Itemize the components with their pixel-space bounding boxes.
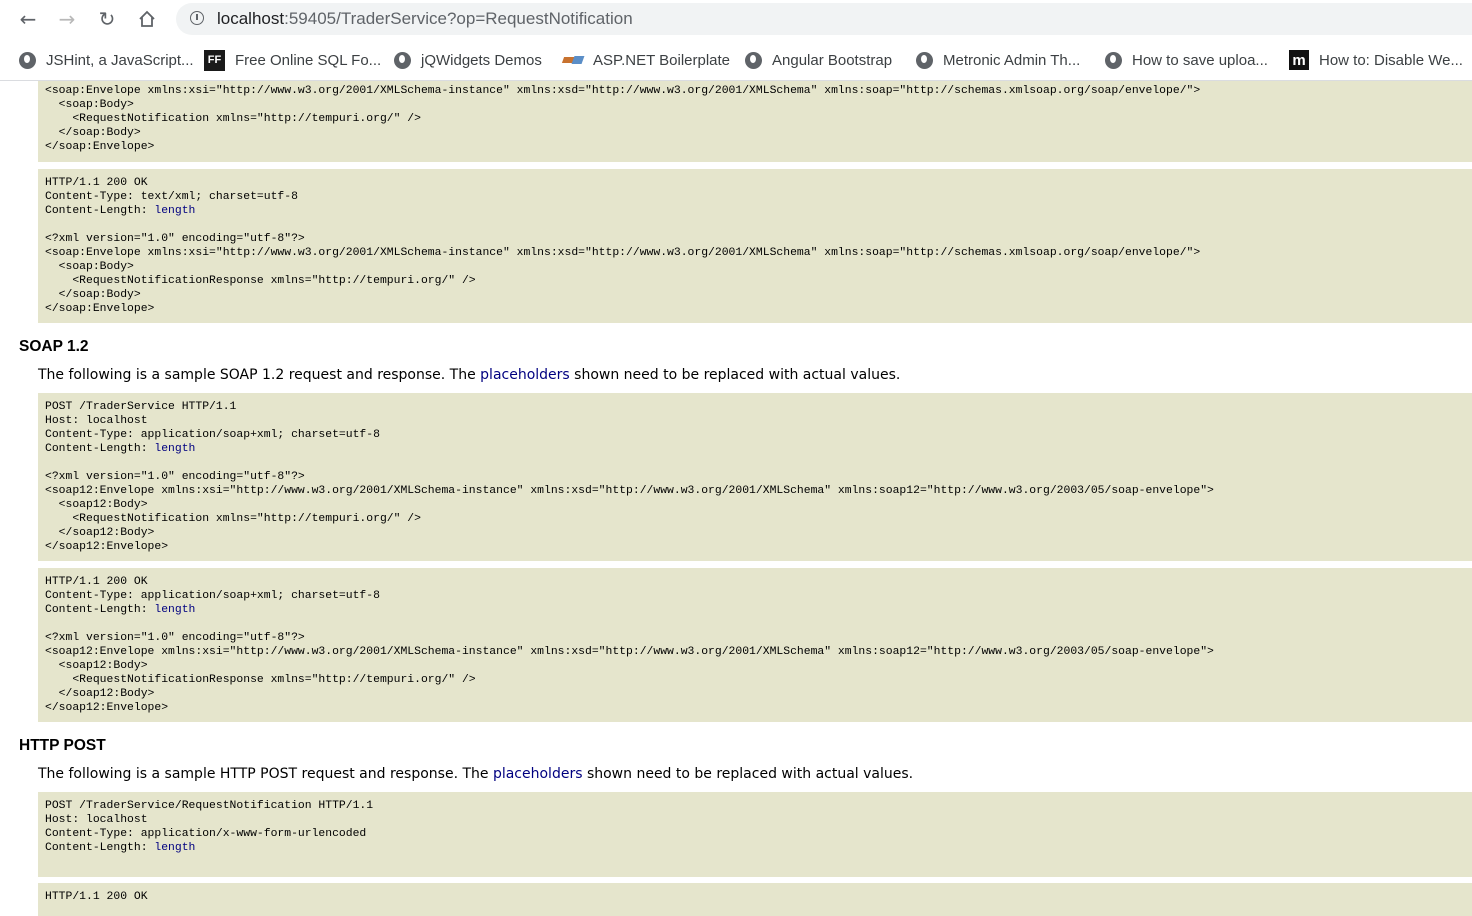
response-head: HTTP/1.1 200 OK bbox=[45, 891, 148, 903]
request-head: POST /TraderService/RequestNotification … bbox=[45, 800, 374, 854]
httppost-response-block: HTTP/1.1 200 OK bbox=[38, 883, 1472, 916]
globe-icon bbox=[916, 51, 933, 69]
bookmark-jqwidgets[interactable]: jQWidgets Demos bbox=[394, 49, 542, 71]
bookmark-how-to-disable[interactable]: m How to: Disable We... bbox=[1289, 49, 1463, 71]
address-bar[interactable]: localhost:59405/TraderService?op=Request… bbox=[176, 3, 1472, 35]
bookmark-aspnet-boilerplate[interactable]: ASP.NET Boilerplate bbox=[563, 49, 730, 71]
desc-text: shown need to be replaced with actual va… bbox=[582, 766, 914, 782]
soap11-response-code: HTTP/1.1 200 OK Content-Type: text/xml; … bbox=[45, 176, 1472, 316]
bookmark-label: How to: Disable We... bbox=[1319, 51, 1463, 69]
site-info-icon[interactable] bbox=[190, 11, 204, 25]
response-body: <?xml version="1.0" encoding="utf-8"?> <… bbox=[45, 233, 1201, 315]
bookmark-label: Metronic Admin Th... bbox=[943, 51, 1081, 69]
globe-icon bbox=[19, 51, 36, 69]
response-head: HTTP/1.1 200 OK Content-Type: applicatio… bbox=[45, 576, 380, 616]
back-arrow-icon[interactable]: ← bbox=[14, 6, 42, 32]
httppost-request-code: POST /TraderService/RequestNotification … bbox=[45, 799, 1472, 855]
bookmark-label: Free Online SQL Fo... bbox=[235, 51, 382, 69]
bookmark-label: jQWidgets Demos bbox=[421, 51, 542, 69]
bookmark-angular-bootstrap[interactable]: Angular Bootstrap bbox=[745, 49, 892, 71]
length-placeholder: length bbox=[154, 205, 196, 217]
bookmark-how-to-save[interactable]: How to save uploa... bbox=[1105, 49, 1268, 71]
code-line: <soap:Envelope xmlns:xsi="http://www.w3.… bbox=[45, 85, 1201, 97]
length-placeholder: length bbox=[154, 604, 196, 616]
response-body: <?xml version="1.0" encoding="utf-8"?> <… bbox=[45, 632, 1214, 714]
url-path: :59405/TraderService?op=RequestNotificat… bbox=[284, 9, 633, 28]
code-line: </soap:Body> bbox=[58, 127, 141, 139]
soap11-response-block: HTTP/1.1 200 OK Content-Type: text/xml; … bbox=[38, 169, 1472, 323]
soap12-description: The following is a sample SOAP 1.2 reque… bbox=[38, 367, 900, 383]
soap12-response-block: HTTP/1.1 200 OK Content-Type: applicatio… bbox=[38, 568, 1472, 722]
httppost-description: The following is a sample HTTP POST requ… bbox=[38, 766, 913, 782]
code-line: </soap:Envelope> bbox=[45, 141, 155, 153]
ff-icon: FF bbox=[204, 49, 225, 71]
soap12-heading: SOAP 1.2 bbox=[19, 338, 89, 355]
bookmark-label: How to save uploa... bbox=[1132, 51, 1268, 69]
soap11-request-block: <soap:Envelope xmlns:xsi="http://www.w3.… bbox=[38, 81, 1472, 162]
bookmark-free-online-sql[interactable]: FF Free Online SQL Fo... bbox=[204, 49, 381, 71]
httppost-response-code: HTTP/1.1 200 OK bbox=[45, 890, 1472, 904]
bookmark-metronic[interactable]: Metronic Admin Th... bbox=[916, 49, 1080, 71]
placeholders-link[interactable]: placeholders bbox=[493, 766, 583, 782]
soap12-response-code: HTTP/1.1 200 OK Content-Type: applicatio… bbox=[45, 575, 1472, 715]
bookmark-label: Angular Bootstrap bbox=[772, 51, 893, 69]
globe-icon bbox=[1105, 51, 1122, 69]
browser-toolbar: ← → ↻ localhost:59405/TraderService?op=R… bbox=[0, 0, 1472, 38]
request-body: <?xml version="1.0" encoding="utf-8"?> <… bbox=[45, 471, 1214, 553]
bookmarks-bar: JSHint, a JavaScript... FF Free Online SQ… bbox=[0, 38, 1472, 81]
desc-text: shown need to be replaced with actual va… bbox=[569, 367, 901, 383]
bookmark-jshint[interactable]: JSHint, a JavaScript... bbox=[19, 49, 194, 71]
httppost-heading: HTTP POST bbox=[19, 737, 106, 754]
globe-icon bbox=[745, 51, 762, 69]
url-text: localhost:59405/TraderService?op=Request… bbox=[217, 9, 633, 29]
home-icon[interactable] bbox=[133, 6, 161, 32]
globe-icon bbox=[394, 51, 411, 69]
soap12-request-block: POST /TraderService HTTP/1.1 Host: local… bbox=[38, 393, 1472, 561]
httppost-request-block: POST /TraderService/RequestNotification … bbox=[38, 792, 1472, 877]
placeholders-link[interactable]: placeholders bbox=[480, 367, 570, 383]
code-line: <RequestNotification xmlns="http://tempu… bbox=[72, 113, 421, 125]
length-placeholder: length bbox=[154, 842, 196, 854]
bookmark-label: JSHint, a JavaScript... bbox=[46, 51, 194, 69]
soap12-request-code: POST /TraderService HTTP/1.1 Host: local… bbox=[45, 400, 1472, 554]
page-content: <soap:Envelope xmlns:xsi="http://www.w3.… bbox=[0, 81, 1472, 916]
bookmark-label: ASP.NET Boilerplate bbox=[593, 51, 731, 69]
aspnet-boilerplate-icon bbox=[563, 54, 583, 66]
desc-text: The following is a sample HTTP POST requ… bbox=[38, 766, 493, 782]
length-placeholder: length bbox=[154, 443, 196, 455]
soap11-request-code: <soap:Envelope xmlns:xsi="http://www.w3.… bbox=[45, 84, 1472, 154]
reload-icon[interactable]: ↻ bbox=[93, 6, 121, 32]
desc-text: The following is a sample SOAP 1.2 reque… bbox=[38, 367, 481, 383]
m-icon: m bbox=[1289, 50, 1309, 70]
url-host: localhost bbox=[217, 9, 285, 28]
forward-arrow-icon[interactable]: → bbox=[53, 6, 81, 32]
code-line: <soap:Body> bbox=[58, 99, 134, 111]
request-head: POST /TraderService HTTP/1.1 Host: local… bbox=[45, 401, 380, 455]
